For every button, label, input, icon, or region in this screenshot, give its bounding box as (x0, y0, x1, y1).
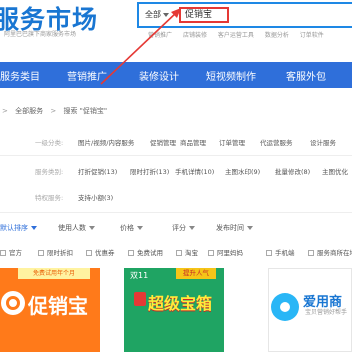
checkbox-label: 淘宝 (185, 249, 198, 257)
filter-option[interactable]: 打折促销(13) (78, 166, 117, 176)
checkbox (0, 250, 6, 256)
arrow-down-icon (137, 226, 143, 230)
filter-label: 特权服务: (35, 194, 64, 202)
card-title: 超级宝箱 (148, 294, 213, 313)
filter-option[interactable]: 限时打折(13) (130, 166, 169, 176)
hot-link[interactable]: 订单软件 (300, 32, 324, 39)
sort-price[interactable]: 价格 (120, 223, 143, 233)
card-title: 促销宝 (28, 294, 88, 318)
filter-row-privilege: 特权服务: 支持小额(3) (0, 192, 352, 204)
result-card-super-box[interactable]: 双11 提升人气 超级宝箱 (124, 268, 224, 352)
filter-label: 一级分类: (35, 139, 64, 147)
checkbox-filter[interactable]: 免费试用 (128, 247, 163, 257)
checkbox (208, 250, 214, 256)
logo-subtitle: 阿里巴巴旗下商家服务市场 (4, 31, 77, 38)
hot-link[interactable]: 客户运营工具 (218, 32, 254, 39)
divider (0, 212, 352, 213)
checkbox-filter[interactable]: 淘宝 (176, 247, 198, 257)
checkbox-filter[interactable]: 优惠券 (86, 247, 115, 257)
card-subtitle: 宝贝营销好帮手 (305, 309, 348, 316)
product-logo-icon (1, 291, 25, 315)
breadcrumb-item-all[interactable]: 全部服务 (15, 107, 43, 115)
checkbox-filter[interactable]: 阿里妈妈 (208, 247, 243, 257)
card-top-label: 双11 (130, 271, 149, 280)
checkbox (38, 250, 44, 256)
sort-label: 评分 (172, 224, 186, 232)
nav-item-categories[interactable]: 服务类目 (0, 68, 40, 83)
sort-publish-time[interactable]: 发布时间 (216, 223, 253, 233)
checkbox-filter-bar: 官方 限时折扣 优惠券 免费试用 淘宝 阿里妈妈 手机端 服务商所在地 (0, 247, 352, 261)
search-input[interactable]: 促销宝 (179, 7, 229, 23)
filter-option[interactable]: 订单管理 (219, 137, 245, 147)
checkbox-filter[interactable]: 官方 (0, 247, 22, 257)
checkbox (86, 250, 92, 256)
checkbox (266, 250, 272, 256)
sort-label: 使用人数 (58, 224, 86, 232)
checkbox-filter[interactable]: 限时折扣 (38, 247, 73, 257)
filter-option[interactable]: 手机详情(10) (175, 166, 214, 176)
sort-label: 默认排序 (0, 224, 28, 232)
arrow-down-icon (31, 226, 37, 230)
breadcrumb: > 全部服务 > 搜索 "促销宝" (2, 106, 152, 118)
filter-option[interactable]: 设计服务 (310, 137, 336, 147)
nav-item-video[interactable]: 短视频制作 (206, 68, 256, 83)
site-logo[interactable]: 服务市场 阿里巴巴旗下商家服务市场 (0, 0, 110, 42)
card-ribbon: 提升人气 (176, 268, 216, 279)
filter-option[interactable]: 商品管理 (180, 137, 206, 147)
filter-row-category: 一级分类: 图片/视频/内容服务 促销管理 商品管理 订单管理 代运营服务 设计… (0, 137, 352, 149)
breadcrumb-item-search: 搜索 "促销宝" (63, 107, 108, 115)
arrow-down-icon (189, 226, 195, 230)
filter-option[interactable]: 图片/视频/内容服务 (78, 137, 134, 147)
arrow-down-icon (247, 226, 253, 230)
checkbox (128, 250, 134, 256)
checkbox-label: 手机端 (275, 249, 295, 257)
result-card-aiyong[interactable]: 爱用商 宝贝营销好帮手 (268, 268, 352, 352)
filter-option[interactable]: 批量修改(8) (275, 166, 310, 176)
nav-item-customer-service[interactable]: 客服外包 (286, 68, 326, 83)
checkbox-label: 限时折扣 (47, 249, 73, 257)
filter-option[interactable]: 促销管理 (150, 137, 176, 147)
checkbox-filter[interactable]: 服务商所在地 (308, 247, 352, 257)
checkbox-filter[interactable]: 手机端 (266, 247, 295, 257)
filter-option[interactable]: 主图优化 (322, 166, 348, 176)
checkbox-label: 免费试用 (137, 249, 163, 257)
checkbox (176, 250, 182, 256)
sort-users[interactable]: 使用人数 (58, 223, 95, 233)
filter-option[interactable]: 代运营服务 (260, 137, 293, 147)
sort-rating[interactable]: 评分 (172, 223, 195, 233)
checkbox-label: 优惠券 (95, 249, 115, 257)
breadcrumb-separator: > (50, 107, 57, 115)
checkbox-label: 服务商所在地 (317, 249, 352, 257)
result-card-cuxiaobao[interactable]: 免费试用年个月 促销宝 (0, 268, 100, 352)
arrow-down-icon (89, 226, 95, 230)
filter-option[interactable]: 支持小额(3) (78, 192, 113, 202)
divider (0, 155, 352, 156)
sort-label: 价格 (120, 224, 134, 232)
annotation-arrow (100, 8, 181, 85)
filter-label: 服务类别: (35, 168, 64, 176)
checkbox-label: 阿里妈妈 (217, 249, 243, 257)
checkbox-label: 官方 (9, 249, 22, 257)
snail-logo-icon (271, 293, 299, 321)
breadcrumb-separator: > (2, 107, 8, 115)
filter-option[interactable]: 主图水印(9) (225, 166, 260, 176)
sort-default[interactable]: 默认排序 (0, 223, 37, 233)
gift-icon (134, 292, 146, 306)
hot-link[interactable]: 数据分析 (265, 32, 289, 39)
sort-label: 发布时间 (216, 224, 244, 232)
hot-link[interactable]: 店铺装修 (183, 32, 207, 39)
sort-bar: 默认排序 使用人数 价格 评分 发布时间 (0, 223, 352, 237)
filter-row-service-type: 服务类别: 打折促销(13) 限时打折(13) 手机详情(10) 主图水印(9)… (0, 166, 352, 178)
free-trial-badge: 免费试用年个月 (18, 268, 90, 279)
checkbox (308, 250, 314, 256)
